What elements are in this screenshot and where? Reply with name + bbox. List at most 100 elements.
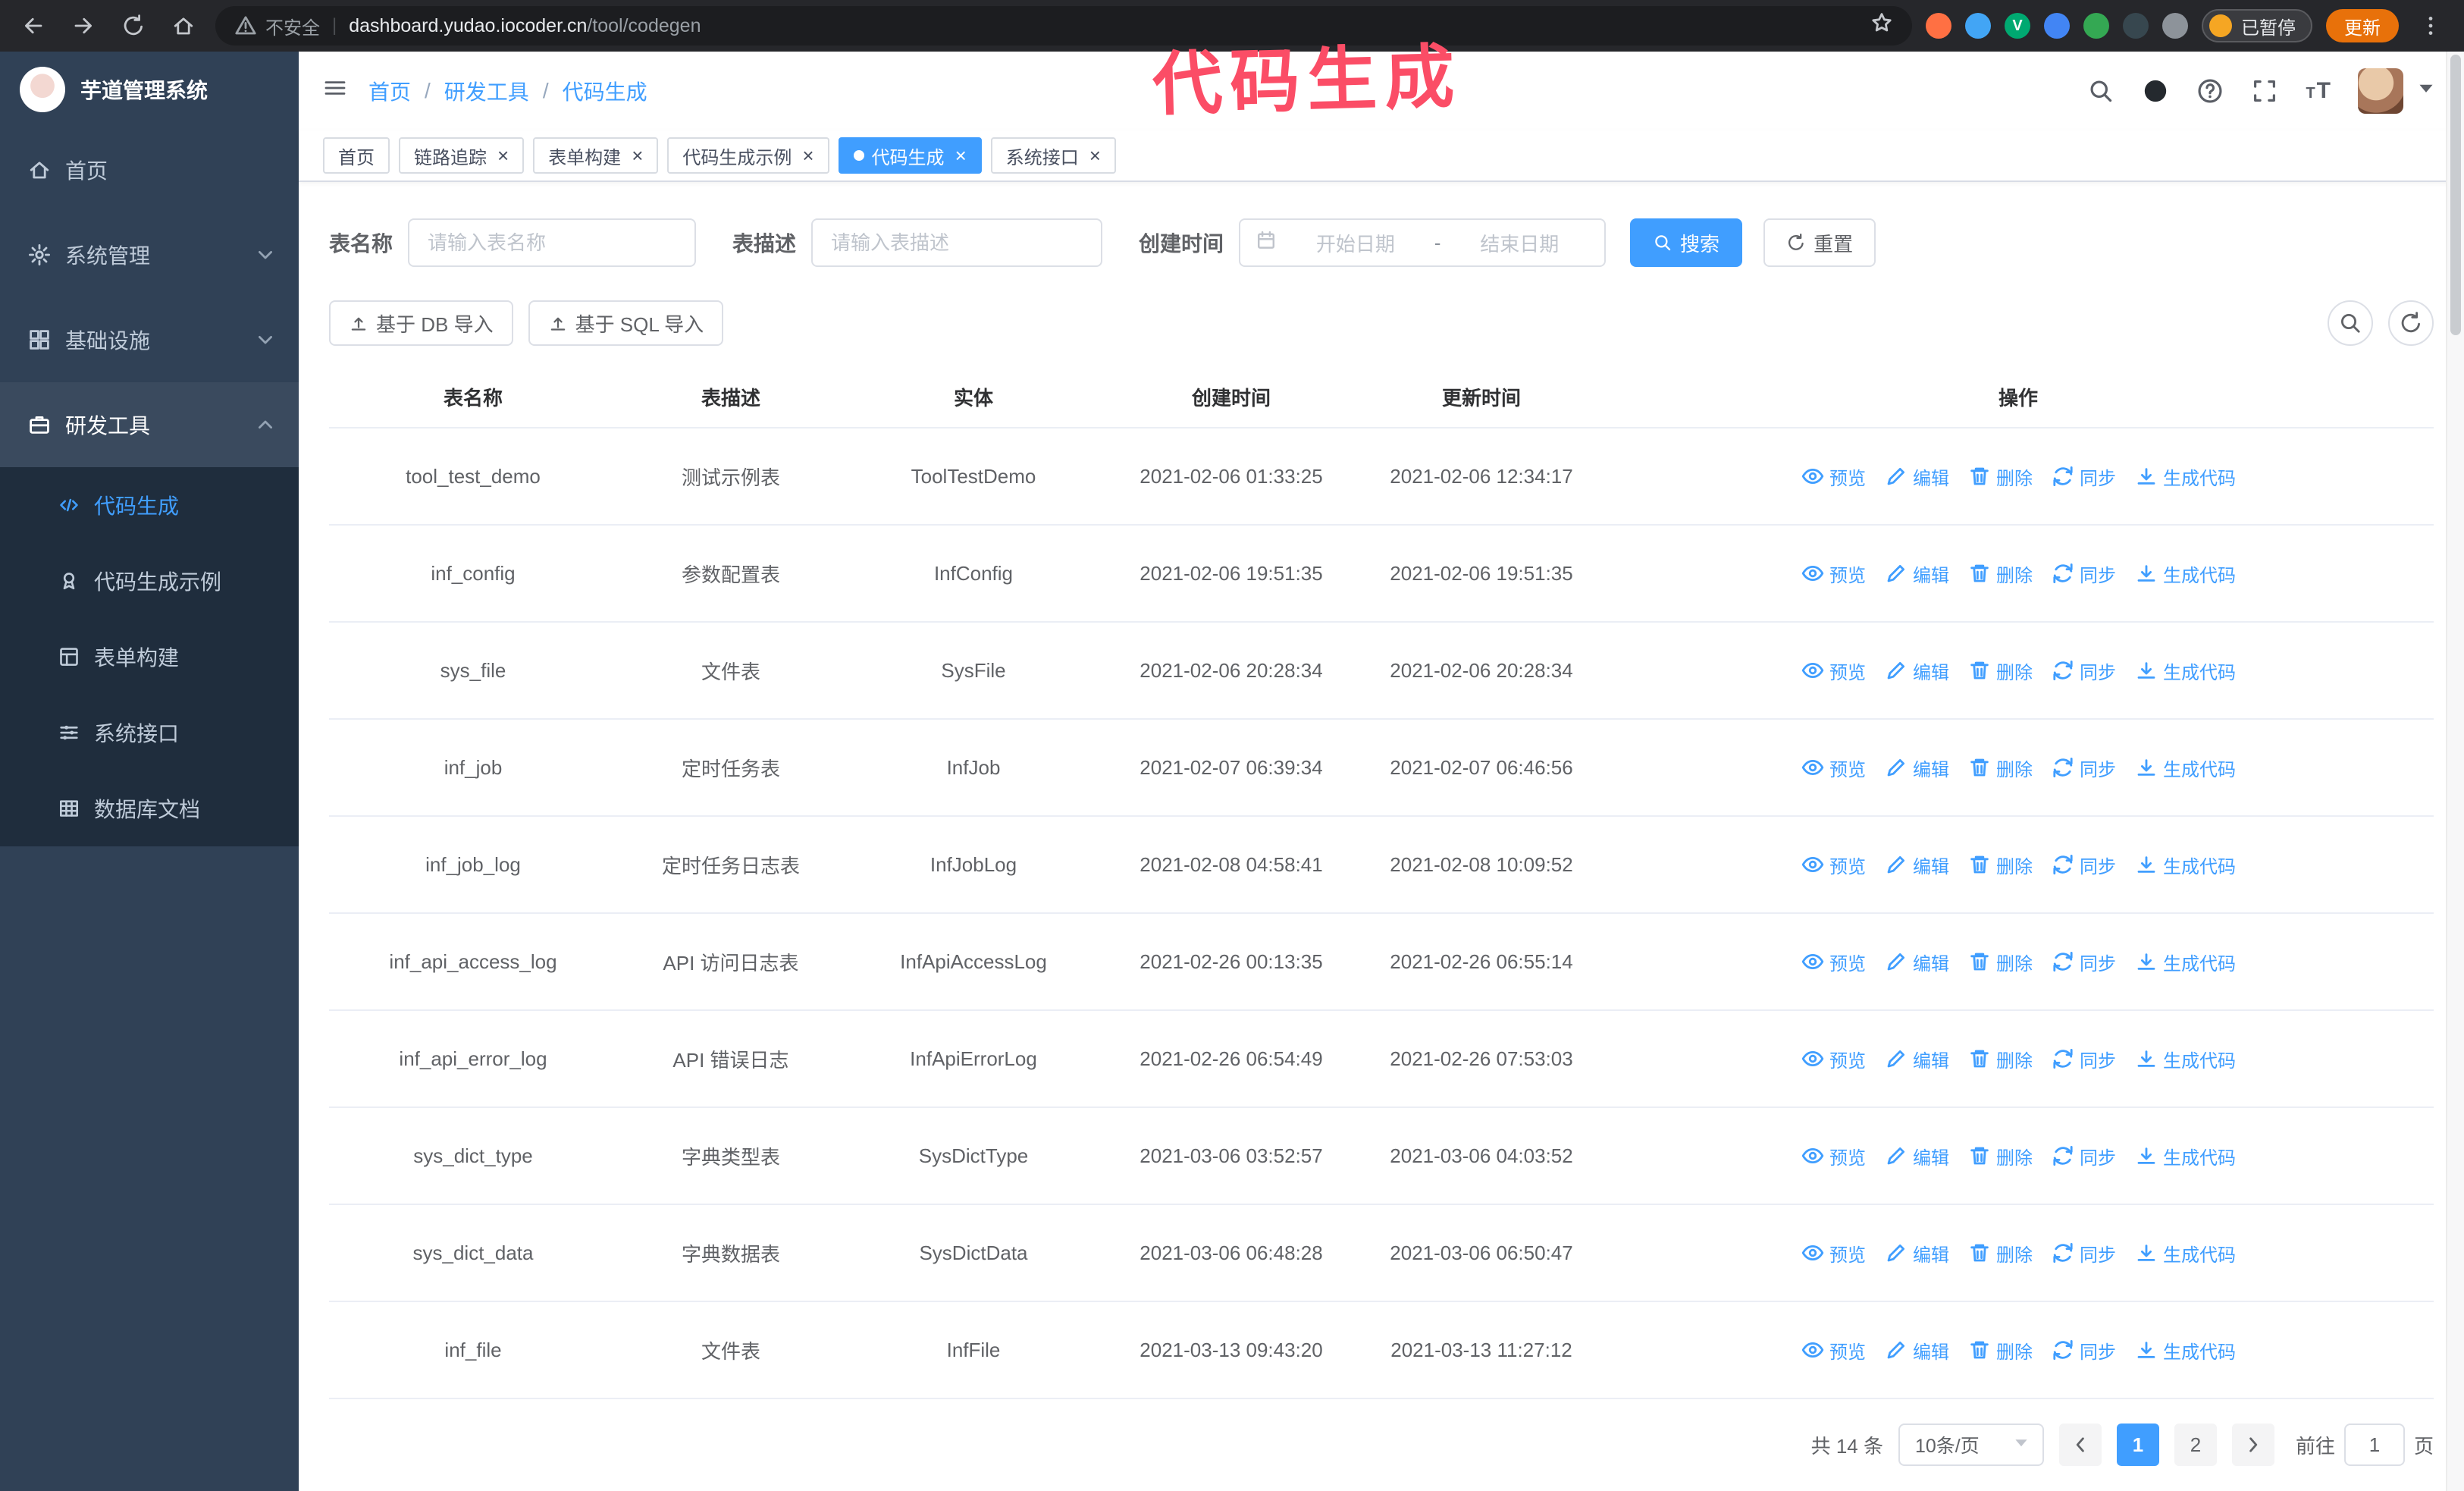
security-indicator[interactable]: 不安全: [234, 13, 320, 39]
tab-trace[interactable]: 链路追踪 ×: [399, 137, 525, 174]
trash-action-link[interactable]: 删除: [1967, 463, 2033, 490]
trash-action-link[interactable]: 删除: [1967, 1143, 2033, 1169]
import-db-button[interactable]: 基于 DB 导入: [329, 300, 513, 346]
sync-action-link[interactable]: 同步: [2051, 1046, 2116, 1072]
sync-action-link[interactable]: 同步: [2051, 755, 2116, 781]
sidebar-item-codegen-example[interactable]: 代码生成示例: [0, 543, 299, 619]
page-size-select[interactable]: 10条/页: [1898, 1424, 2044, 1466]
tab-codegen[interactable]: 代码生成 ×: [838, 137, 982, 174]
refresh-table-button[interactable]: [2388, 300, 2434, 346]
help-icon[interactable]: [2196, 77, 2224, 105]
extension-icon[interactable]: V: [2005, 13, 2030, 39]
toggle-search-button[interactable]: [2328, 300, 2373, 346]
extension-icon[interactable]: [2123, 13, 2149, 39]
extension-icon[interactable]: [2083, 13, 2109, 39]
start-date-input[interactable]: 开始日期: [1286, 229, 1425, 257]
back-button[interactable]: [15, 8, 52, 44]
scrollbar[interactable]: [2446, 52, 2464, 1491]
trash-action-link[interactable]: 删除: [1967, 852, 2033, 878]
sync-action-link[interactable]: 同步: [2051, 1337, 2116, 1364]
extension-icon[interactable]: [2162, 13, 2188, 39]
chrome-update-button[interactable]: 更新: [2326, 9, 2399, 42]
user-menu[interactable]: [2358, 68, 2440, 114]
sync-action-link[interactable]: 同步: [2051, 658, 2116, 684]
sidebar-item-home[interactable]: 首页: [0, 127, 299, 212]
extension-icon[interactable]: [1965, 13, 1991, 39]
bookmark-star-button[interactable]: [1870, 11, 1894, 41]
breadcrumb-home[interactable]: 首页: [368, 76, 411, 106]
browser-menu-button[interactable]: [2412, 8, 2449, 44]
edit-action-link[interactable]: 编辑: [1884, 949, 1949, 975]
eye-action-link[interactable]: 预览: [1801, 755, 1866, 781]
trash-action-link[interactable]: 删除: [1967, 560, 2033, 587]
home-button[interactable]: [165, 8, 202, 44]
eye-action-link[interactable]: 预览: [1801, 1337, 1866, 1364]
sidebar-item-form-build[interactable]: 表单构建: [0, 619, 299, 695]
sidebar-item-dev-tools[interactable]: 研发工具: [0, 382, 299, 467]
sidebar-item-api[interactable]: 系统接口: [0, 695, 299, 771]
extension-icon[interactable]: [1926, 13, 1951, 39]
download-action-link[interactable]: 生成代码: [2134, 560, 2236, 587]
github-icon[interactable]: [2142, 77, 2169, 105]
page-button-1[interactable]: 1: [2116, 1424, 2159, 1466]
sync-action-link[interactable]: 同步: [2051, 463, 2116, 490]
sync-action-link[interactable]: 同步: [2051, 560, 2116, 587]
tab-codegen-example[interactable]: 代码生成示例 ×: [667, 137, 829, 174]
eye-action-link[interactable]: 预览: [1801, 658, 1866, 684]
sidebar-item-db-doc[interactable]: 数据库文档: [0, 771, 299, 846]
fullscreen-icon[interactable]: [2251, 77, 2278, 105]
tab-home[interactable]: 首页: [323, 137, 390, 174]
reset-button[interactable]: 重置: [1763, 218, 1876, 267]
table-desc-input[interactable]: [811, 218, 1103, 267]
eye-action-link[interactable]: 预览: [1801, 560, 1866, 587]
edit-action-link[interactable]: 编辑: [1884, 658, 1949, 684]
sidebar-item-infra[interactable]: 基础设施: [0, 297, 299, 382]
date-range-picker[interactable]: 开始日期 - 结束日期: [1239, 218, 1607, 267]
tab-api[interactable]: 系统接口 ×: [990, 137, 1116, 174]
paused-badge[interactable]: 已暂停: [2202, 9, 2312, 42]
import-sql-button[interactable]: 基于 SQL 导入: [528, 300, 724, 346]
header-search-icon[interactable]: [2087, 77, 2114, 105]
sidebar-item-system[interactable]: 系统管理: [0, 212, 299, 297]
download-action-link[interactable]: 生成代码: [2134, 1143, 2236, 1169]
next-page-button[interactable]: [2231, 1424, 2274, 1466]
download-action-link[interactable]: 生成代码: [2134, 1046, 2236, 1072]
edit-action-link[interactable]: 编辑: [1884, 1337, 1949, 1364]
edit-action-link[interactable]: 编辑: [1884, 1143, 1949, 1169]
forward-button[interactable]: [65, 8, 102, 44]
sidebar-item-codegen[interactable]: 代码生成: [0, 467, 299, 543]
eye-action-link[interactable]: 预览: [1801, 1143, 1866, 1169]
download-action-link[interactable]: 生成代码: [2134, 1240, 2236, 1267]
edit-action-link[interactable]: 编辑: [1884, 560, 1949, 587]
page-button-2[interactable]: 2: [2174, 1424, 2217, 1466]
sync-action-link[interactable]: 同步: [2051, 1143, 2116, 1169]
search-button[interactable]: 搜索: [1630, 218, 1743, 267]
sync-action-link[interactable]: 同步: [2051, 1240, 2116, 1267]
breadcrumb-dev-tools[interactable]: 研发工具: [444, 76, 529, 106]
trash-action-link[interactable]: 删除: [1967, 1337, 2033, 1364]
eye-action-link[interactable]: 预览: [1801, 949, 1866, 975]
prev-page-button[interactable]: [2058, 1424, 2102, 1466]
close-icon[interactable]: ×: [802, 146, 813, 165]
eye-action-link[interactable]: 预览: [1801, 1046, 1866, 1072]
font-size-icon[interactable]: TT: [2306, 78, 2331, 104]
edit-action-link[interactable]: 编辑: [1884, 852, 1949, 878]
eye-action-link[interactable]: 预览: [1801, 463, 1866, 490]
sidebar-toggle-button[interactable]: [323, 76, 347, 106]
end-date-input[interactable]: 结束日期: [1450, 229, 1589, 257]
close-icon[interactable]: ×: [632, 146, 643, 165]
extension-icon[interactable]: [2044, 13, 2070, 39]
trash-action-link[interactable]: 删除: [1967, 1046, 2033, 1072]
trash-action-link[interactable]: 删除: [1967, 755, 2033, 781]
tab-form-build[interactable]: 表单构建 ×: [533, 137, 659, 174]
close-icon[interactable]: ×: [955, 146, 967, 165]
download-action-link[interactable]: 生成代码: [2134, 852, 2236, 878]
reload-button[interactable]: [115, 8, 152, 44]
close-icon[interactable]: ×: [497, 146, 509, 165]
trash-action-link[interactable]: 删除: [1967, 658, 2033, 684]
download-action-link[interactable]: 生成代码: [2134, 949, 2236, 975]
goto-page-input[interactable]: [2343, 1424, 2405, 1466]
close-icon[interactable]: ×: [1089, 146, 1101, 165]
download-action-link[interactable]: 生成代码: [2134, 755, 2236, 781]
address-bar[interactable]: 不安全 | dashboard.yudao.iocoder.cn/tool/co…: [215, 6, 1912, 46]
